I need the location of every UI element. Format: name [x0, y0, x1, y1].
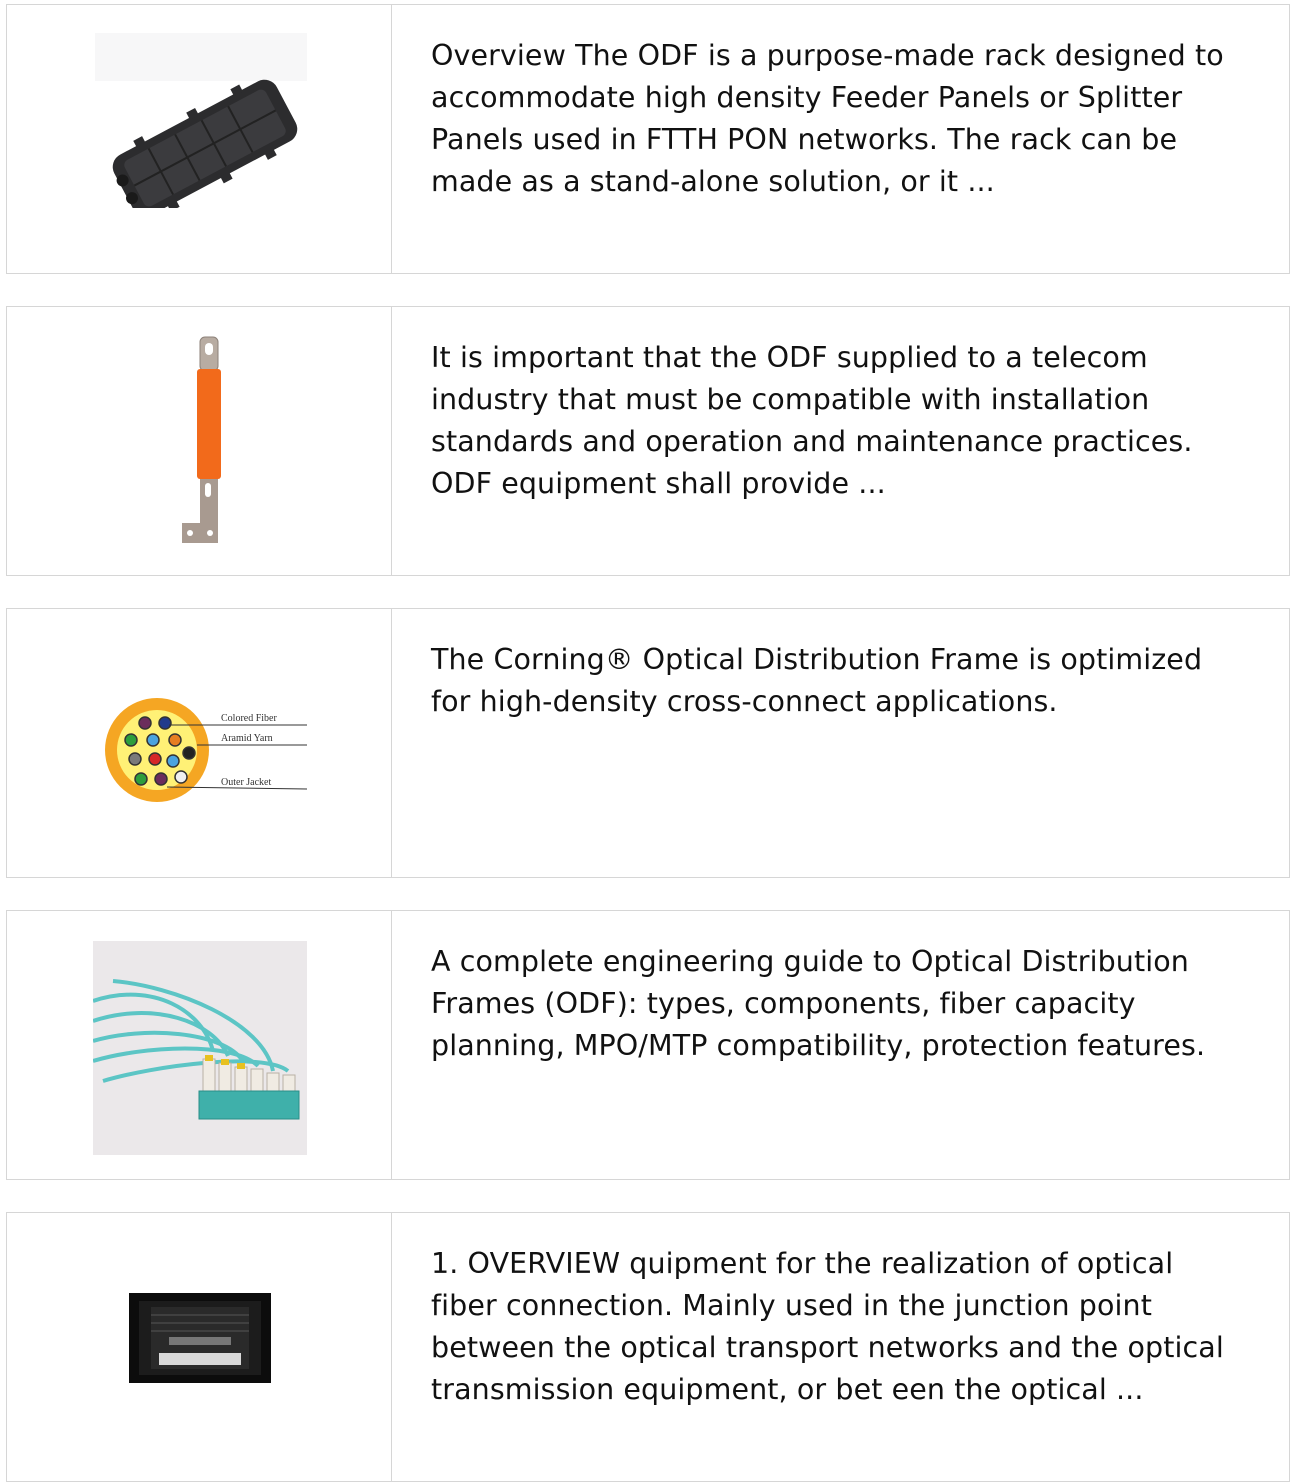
thumbnail-cell[interactable] [7, 1213, 392, 1481]
thumbnail-cell[interactable]: Colored Fiber Aramid Yarn Outer Jacket [7, 609, 392, 877]
diagram-label: Outer Jacket [221, 777, 271, 788]
fiber-cable-cross-section-icon[interactable]: Colored Fiber Aramid Yarn Outer Jacket [97, 695, 307, 805]
diagram-label: Aramid Yarn [221, 733, 273, 744]
thumbnail-cell[interactable] [7, 307, 392, 575]
list-item[interactable]: Colored Fiber Aramid Yarn Outer Jacket T… [6, 608, 1290, 878]
fiber-closure-icon[interactable] [95, 33, 315, 208]
item-description[interactable]: 1. OVERVIEW quipment for the realization… [431, 1243, 1241, 1411]
network-cabinet-icon[interactable] [129, 1293, 279, 1403]
list-item[interactable]: It is important that the ODF supplied to… [6, 306, 1290, 576]
item-description[interactable]: Overview The ODF is a purpose-made rack … [431, 35, 1241, 203]
item-description[interactable]: The Corning® Optical Distribution Frame … [431, 639, 1241, 723]
list-item[interactable]: A complete engineering guide to Optical … [6, 910, 1290, 1180]
thumbnail-cell[interactable] [7, 911, 392, 1179]
list-item[interactable]: Overview The ODF is a purpose-made rack … [6, 4, 1290, 274]
item-description[interactable]: It is important that the ODF supplied to… [431, 337, 1241, 505]
thumbnail-cell[interactable] [7, 5, 392, 273]
item-description[interactable]: A complete engineering guide to Optical … [431, 941, 1241, 1067]
list-item[interactable]: 1. OVERVIEW quipment for the realization… [6, 1212, 1290, 1482]
grounding-bar-icon[interactable] [172, 333, 232, 553]
diagram-label: Colored Fiber [221, 713, 277, 724]
lc-patch-cords-icon[interactable] [93, 941, 307, 1155]
